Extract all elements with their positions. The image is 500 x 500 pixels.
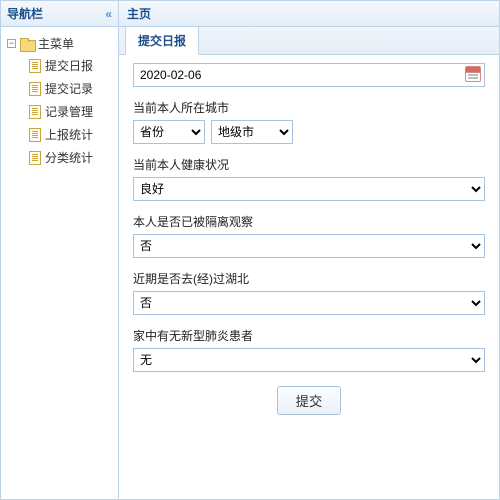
city-select[interactable]: 地级市 bbox=[211, 120, 293, 144]
household-select[interactable]: 无 bbox=[133, 348, 485, 372]
field-quarantine: 本人是否已被隔离观察 否 bbox=[133, 213, 485, 258]
hubei-select[interactable]: 否 bbox=[133, 291, 485, 315]
field-health: 当前本人健康状况 良好 bbox=[133, 156, 485, 201]
city-label: 当前本人所在城市 bbox=[133, 99, 485, 116]
nav-item-report-stat[interactable]: 上报统计 bbox=[27, 123, 114, 146]
field-hubei: 近期是否去(经)过湖北 否 bbox=[133, 270, 485, 315]
document-icon bbox=[29, 128, 41, 142]
main-panel: 主页 提交日报 当前本人所在城市 省份 bbox=[119, 1, 499, 499]
nav-item-record-manage[interactable]: 记录管理 bbox=[27, 100, 114, 123]
form-area: 当前本人所在城市 省份 地级市 当前本人健康状况 良好 bbox=[119, 55, 499, 499]
nav-item-label: 分类统计 bbox=[45, 149, 93, 166]
folder-icon bbox=[20, 38, 34, 50]
nav-item-label: 提交日报 bbox=[45, 57, 93, 74]
field-city: 当前本人所在城市 省份 地级市 bbox=[133, 99, 485, 144]
quarantine-label: 本人是否已被隔离观察 bbox=[133, 213, 485, 230]
tree-collapse-toggle-icon[interactable]: − bbox=[7, 39, 16, 48]
submit-button-label: 提交 bbox=[296, 394, 323, 409]
nav-item-label: 记录管理 bbox=[45, 103, 93, 120]
nav-item-submit-history[interactable]: 提交记录 bbox=[27, 77, 114, 100]
nav-item-submit-report[interactable]: 提交日报 bbox=[27, 54, 114, 77]
document-icon bbox=[29, 105, 41, 119]
tree-children: 提交日报 提交记录 记录管理 上报统计 分类统计 bbox=[5, 54, 114, 169]
sidebar-title: 导航栏 bbox=[7, 5, 43, 22]
nav-item-label: 提交记录 bbox=[45, 80, 93, 97]
sidebar: 导航栏 « − 主菜单 提交日报 提交记录 记录管理 bbox=[1, 1, 119, 499]
nav-tree: − 主菜单 提交日报 提交记录 记录管理 上 bbox=[1, 27, 118, 499]
main-header: 主页 bbox=[119, 1, 499, 27]
tree-root[interactable]: − 主菜单 bbox=[5, 33, 114, 54]
province-select[interactable]: 省份 bbox=[133, 120, 205, 144]
submit-button[interactable]: 提交 bbox=[277, 386, 342, 415]
document-icon bbox=[29, 151, 41, 165]
calendar-icon[interactable] bbox=[465, 66, 481, 82]
page-title: 主页 bbox=[127, 5, 151, 22]
tab-label: 提交日报 bbox=[138, 34, 186, 48]
household-label: 家中有无新型肺炎患者 bbox=[133, 327, 485, 344]
sidebar-collapse-icon[interactable]: « bbox=[105, 7, 112, 21]
tree-root-label: 主菜单 bbox=[38, 35, 74, 52]
sidebar-header: 导航栏 « bbox=[1, 1, 118, 27]
health-label: 当前本人健康状况 bbox=[133, 156, 485, 173]
hubei-label: 近期是否去(经)过湖北 bbox=[133, 270, 485, 287]
document-icon bbox=[29, 59, 41, 73]
health-select[interactable]: 良好 bbox=[133, 177, 485, 201]
tab-submit-report[interactable]: 提交日报 bbox=[125, 26, 199, 55]
nav-item-label: 上报统计 bbox=[45, 126, 93, 143]
tab-strip: 提交日报 bbox=[119, 27, 499, 55]
submit-row: 提交 bbox=[133, 384, 485, 425]
app-root: 导航栏 « − 主菜单 提交日报 提交记录 记录管理 bbox=[0, 0, 500, 500]
quarantine-select[interactable]: 否 bbox=[133, 234, 485, 258]
nav-item-category-stat[interactable]: 分类统计 bbox=[27, 146, 114, 169]
field-household: 家中有无新型肺炎患者 无 bbox=[133, 327, 485, 372]
document-icon bbox=[29, 82, 41, 96]
date-input[interactable] bbox=[133, 63, 485, 87]
field-date bbox=[133, 63, 485, 87]
